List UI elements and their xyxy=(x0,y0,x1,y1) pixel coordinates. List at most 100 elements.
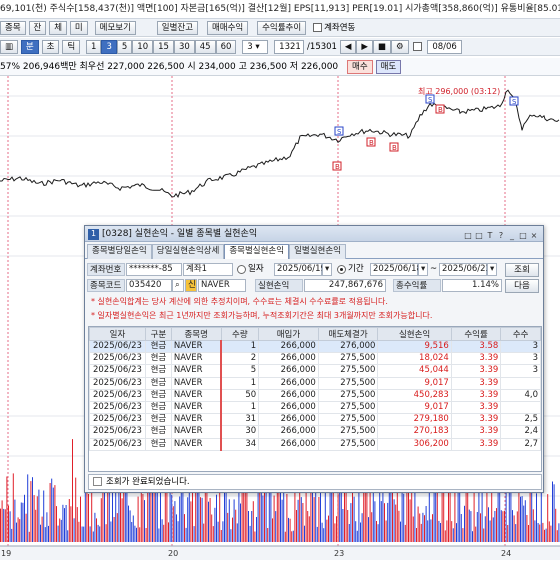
window-number: 1 xyxy=(88,229,99,240)
table-row[interactable]: 2025/06/23 현금 NAVER 1 266,000 275,500 9,017 3.3… xyxy=(89,400,541,415)
prev-icon[interactable]: ◀ xyxy=(339,40,357,54)
account-link-checkbox[interactable] xyxy=(313,23,323,32)
column-header[interactable]: 수수 xyxy=(500,327,541,341)
column-header[interactable]: 수익률 xyxy=(450,327,502,341)
account-label: 계좌번호 xyxy=(87,263,125,276)
maximize-icon[interactable]: □ xyxy=(518,230,528,241)
date-checkbox[interactable] xyxy=(413,42,423,51)
interval-45-button[interactable]: 45 xyxy=(194,40,216,54)
table-row[interactable]: 2025/06/23 현금 NAVER 1 266,000 276,000 9,516 3.5… xyxy=(89,339,541,354)
table-cell: 266,000 xyxy=(258,339,319,354)
interval-3-button[interactable]: 3 xyxy=(101,40,117,54)
realized-profit-grid[interactable]: 일자 구분 종목명 수량 매입가 매도체결가 실현손익 수익률 수수 2025/06/23 현금 N… xyxy=(88,326,542,472)
column-header[interactable]: 실현손익 xyxy=(377,327,452,341)
font-icon[interactable]: T xyxy=(485,230,495,241)
volume-bar xyxy=(8,505,9,542)
table-row[interactable]: 2025/06/23 현금 NAVER 34 266,000 275,500 306,200… xyxy=(89,437,541,451)
close-icon[interactable]: × xyxy=(529,230,539,241)
volume-bar xyxy=(110,521,112,542)
volume-bar xyxy=(448,492,449,542)
interval-1-button[interactable]: 1 xyxy=(86,40,102,54)
volume-bar xyxy=(491,492,493,542)
stock-button[interactable]: 종목 xyxy=(0,21,26,35)
volume-bar xyxy=(198,486,200,542)
balance-button[interactable]: 잔 xyxy=(28,21,47,35)
price-bar: 57% 206,946백만 최우선 227,000 226,500 시 234,… xyxy=(0,58,560,76)
volume-bar xyxy=(553,484,555,542)
table-cell: 2025/06/23 xyxy=(89,388,146,402)
date-to-input[interactable]: 2025/06/23 xyxy=(439,263,491,276)
volume-bar xyxy=(473,484,475,542)
table-row[interactable]: 2025/06/23 현금 NAVER 2 266,000 275,500 18,024 3.… xyxy=(89,352,541,366)
next-icon[interactable]: ▶ xyxy=(356,40,373,54)
help-icon[interactable]: ? xyxy=(496,230,506,241)
table-row[interactable]: 2025/06/23 현금 NAVER 5 266,000 275,500 45,044 3.… xyxy=(89,364,541,378)
interval-select[interactable]: 3 ▾ xyxy=(242,40,269,54)
table-row[interactable]: 2025/06/23 현금 NAVER 50 266,000 275,500 450,283… xyxy=(89,388,541,402)
volume-bar xyxy=(376,521,377,542)
unfilled-button[interactable]: 미 xyxy=(69,21,88,35)
date-input[interactable]: 08/06 xyxy=(427,40,462,54)
stock-code-input[interactable]: 035420 xyxy=(126,279,172,292)
table-cell: 1 xyxy=(220,339,260,354)
link-icon[interactable]: □ xyxy=(463,230,473,241)
column-header[interactable]: 매도체결가 xyxy=(317,327,379,341)
volume-bar xyxy=(286,493,288,542)
volume-bar xyxy=(528,525,529,542)
account-number-input[interactable]: *******-85 xyxy=(126,263,182,276)
daily-balance-button[interactable]: 일별잔고 xyxy=(156,21,199,35)
tab-daily-realized[interactable]: 일별실현손익 xyxy=(289,244,346,259)
interval-15-button[interactable]: 15 xyxy=(153,40,174,54)
tab-stock-today[interactable]: 종목별당일손익 xyxy=(87,244,152,259)
inquiry-button[interactable]: 조회 xyxy=(505,263,539,277)
trade-profit-button[interactable]: 매매수익 xyxy=(206,21,249,35)
table-cell: 3.39 xyxy=(450,400,502,415)
volume-bar xyxy=(161,519,163,542)
interval-30-button[interactable]: 30 xyxy=(173,40,195,54)
memo-button[interactable]: 메모보기 xyxy=(94,21,136,35)
volume-bar xyxy=(419,513,421,542)
volume-bar xyxy=(17,517,19,542)
realized-profit-dialog[interactable]: 1 [0328] 실현손익 - 일별 종목별 실현손익 □ □ T? _ □ × 종목별당일… xyxy=(84,225,544,493)
column-header[interactable]: 일자 xyxy=(89,327,146,341)
sell-button[interactable]: 매도 xyxy=(375,60,402,74)
calendar-icon[interactable]: ▾ xyxy=(322,263,332,276)
day-button[interactable]: ▥ xyxy=(0,40,19,54)
day-radio[interactable] xyxy=(237,265,246,274)
minute-button[interactable]: 분 xyxy=(20,40,39,54)
volume-bar xyxy=(128,505,129,542)
column-header[interactable]: 구분 xyxy=(144,327,172,341)
minimize-icon[interactable]: _ xyxy=(507,230,517,241)
volume-bar xyxy=(275,511,277,542)
count-input[interactable]: 1321 xyxy=(274,40,305,54)
interval-10-button[interactable]: 10 xyxy=(132,40,154,54)
next-button[interactable]: 다음 xyxy=(505,279,539,293)
save-icon[interactable]: ■ xyxy=(372,40,391,54)
tick-button[interactable]: 틱 xyxy=(62,40,81,54)
favorite-icon[interactable]: 신 xyxy=(185,279,197,292)
period-radio[interactable] xyxy=(337,265,346,274)
settings-icon[interactable]: ⚙ xyxy=(390,40,409,54)
single-date-input[interactable]: 2025/06/19 xyxy=(274,263,326,276)
interval-60-button[interactable]: 60 xyxy=(215,40,237,54)
table-row[interactable]: 2025/06/23 현금 NAVER 30 266,000 275,500 270,183… xyxy=(89,425,541,439)
second-button[interactable]: 초 xyxy=(41,40,60,54)
yield-trend-button[interactable]: 수익률추이 xyxy=(257,21,307,35)
buy-button[interactable]: 매수 xyxy=(347,60,373,74)
table-row[interactable]: 2025/06/23 현금 NAVER 1 266,000 275,500 9,017 3.3… xyxy=(89,376,541,390)
date-from-calendar-icon[interactable]: ▾ xyxy=(418,263,428,276)
table-row[interactable]: 2025/06/23 현금 NAVER 31 266,000 275,500 279,180… xyxy=(89,413,541,427)
tab-stock-realized[interactable]: 종목별실현손익 xyxy=(224,244,290,259)
interval-5-button[interactable]: 5 xyxy=(116,40,133,54)
execution-button[interactable]: 체 xyxy=(49,21,68,35)
column-header[interactable]: 종목명 xyxy=(170,327,222,341)
table-cell: 266,000 xyxy=(258,413,319,427)
date-to-calendar-icon[interactable]: ▾ xyxy=(487,263,497,276)
column-header[interactable]: 매입가 xyxy=(258,327,319,341)
column-header[interactable]: 수량 xyxy=(220,327,260,341)
date-from-input[interactable]: 2025/06/18 xyxy=(370,263,422,276)
dialog-titlebar[interactable]: 1 [0328] 실현손익 - 일별 종목별 실현손익 □ □ T? _ □ × xyxy=(85,226,543,242)
search-icon[interactable]: ⌕ xyxy=(172,279,184,292)
copy-icon[interactable]: □ xyxy=(474,230,484,241)
tab-today-detail[interactable]: 당일실현손익상세 xyxy=(151,244,225,259)
